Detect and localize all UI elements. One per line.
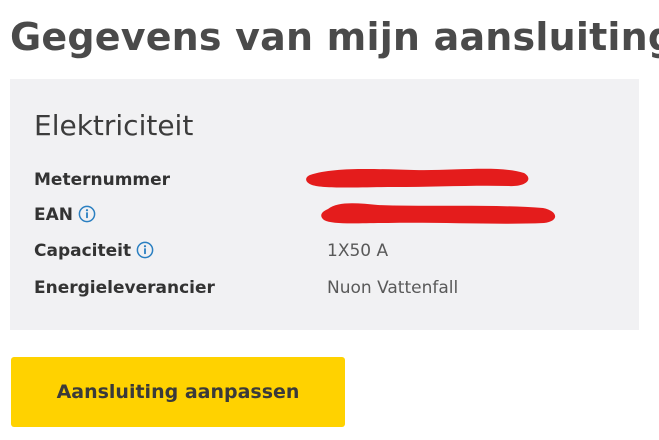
redaction-mark [321, 203, 556, 224]
card-title: Elektriciteit [34, 109, 194, 142]
redaction-mark [306, 168, 529, 188]
detail-row-capaciteit: Capaciteit 1X50 A [34, 238, 624, 264]
meternummer-label: Meternummer [34, 170, 171, 190]
ean-label-text: EAN [34, 205, 73, 225]
capaciteit-label: Capaciteit [34, 238, 154, 264]
capaciteit-value: 1X50 A [327, 241, 389, 261]
page-title: Gegevens van mijn aansluiting [10, 15, 659, 59]
info-icon[interactable] [78, 205, 96, 223]
capaciteit-label-text: Capaciteit [34, 241, 132, 261]
aansluiting-aanpassen-button[interactable]: Aansluiting aanpassen [11, 357, 345, 427]
energieleverancier-label: Energieleverancier [34, 278, 215, 298]
page: Gegevens van mijn aansluiting Elektricit… [0, 0, 659, 440]
electricity-card: Elektriciteit Meternummer EAN Capaciteit… [10, 79, 639, 330]
detail-row-energieleverancier: Energieleverancier Nuon Vattenfall [34, 275, 624, 301]
info-icon[interactable] [136, 241, 154, 259]
ean-label: EAN [34, 202, 96, 228]
energieleverancier-value: Nuon Vattenfall [327, 278, 459, 298]
